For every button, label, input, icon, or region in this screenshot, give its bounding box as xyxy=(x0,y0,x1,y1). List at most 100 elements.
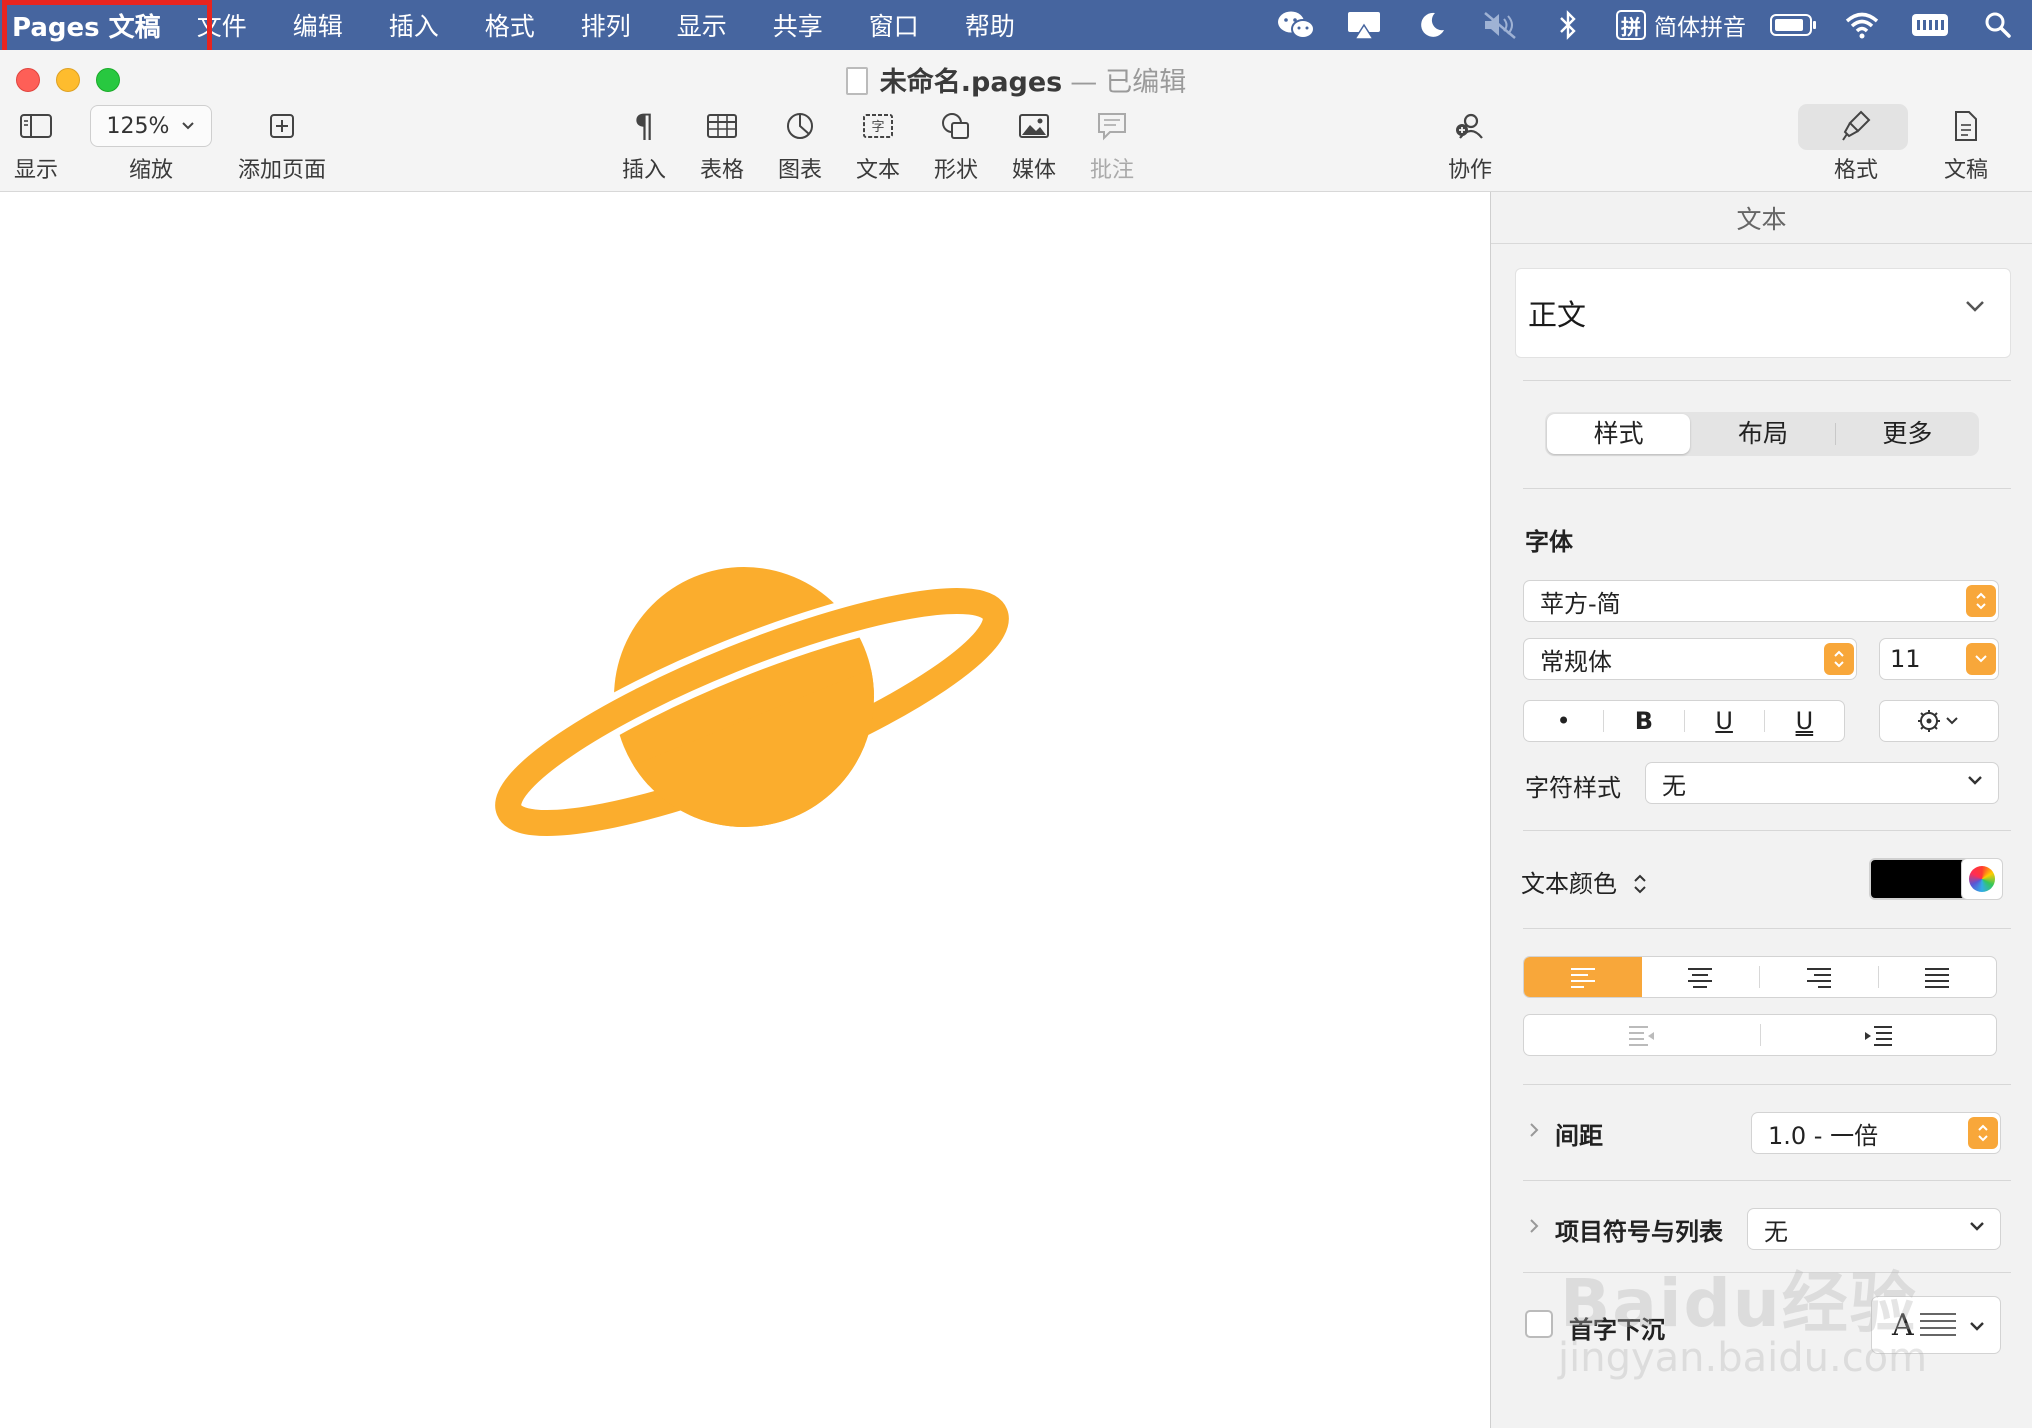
subtab-more[interactable]: 更多 xyxy=(1836,414,1979,454)
menu-format[interactable]: 格式 xyxy=(485,7,535,43)
table-icon xyxy=(706,106,738,146)
updown-stepper-icon xyxy=(1968,1117,1998,1149)
document-label: 文稿 xyxy=(1944,158,1989,183)
font-size-value: 11 xyxy=(1890,645,1921,673)
input-method-menu[interactable]: 拼 简体拼音 xyxy=(1616,8,1746,42)
window-close-button[interactable] xyxy=(16,68,40,92)
drop-cap-checkbox[interactable] xyxy=(1525,1310,1553,1338)
italic-button[interactable]: U xyxy=(1685,701,1764,741)
document-inspector-button[interactable]: 文稿 xyxy=(1944,106,1988,184)
menu-insert[interactable]: 插入 xyxy=(389,7,439,43)
comment-bubble-icon xyxy=(1096,106,1128,146)
chart-label: 图表 xyxy=(778,158,823,183)
menu-help[interactable]: 帮助 xyxy=(965,7,1015,43)
color-picker-button[interactable] xyxy=(1961,858,2003,900)
divider xyxy=(1523,928,2011,929)
align-center-icon xyxy=(1688,968,1713,988)
align-justify-icon xyxy=(1925,968,1950,988)
gear-dropdown-icon xyxy=(1918,710,1958,732)
comment-button[interactable]: 批注 xyxy=(1090,106,1134,184)
align-right-button[interactable] xyxy=(1760,957,1878,997)
pages-document-icon xyxy=(845,67,868,95)
collaborate-button[interactable]: 协作 xyxy=(1448,106,1492,184)
font-size-field[interactable]: 11 xyxy=(1879,638,1999,680)
align-center-button[interactable] xyxy=(1642,957,1760,997)
alignment-buttons xyxy=(1523,956,1997,998)
text-box-icon: 字 xyxy=(862,106,894,146)
line-spacing-popup[interactable]: 1.0 - 一倍 xyxy=(1751,1112,2001,1154)
character-style-popup[interactable]: 无 xyxy=(1645,762,1999,804)
divider xyxy=(1523,380,2011,381)
photo-icon xyxy=(1018,106,1050,146)
divider xyxy=(1523,830,2011,831)
bullet-style-button[interactable]: • xyxy=(1524,701,1603,741)
bluetooth-icon[interactable] xyxy=(1534,0,1602,50)
keyboard-icon[interactable] xyxy=(1896,0,1964,50)
font-typeface-value: 常规体 xyxy=(1540,647,1612,676)
advanced-options-button[interactable] xyxy=(1879,700,1999,742)
table-button[interactable]: 表格 xyxy=(700,106,744,184)
subtab-layout[interactable]: 布局 xyxy=(1691,414,1834,454)
paragraph-style-popup[interactable]: 正文 xyxy=(1515,268,2011,358)
align-left-button[interactable] xyxy=(1524,957,1642,997)
format-label: 格式 xyxy=(1834,158,1879,183)
media-button[interactable]: 媒体 xyxy=(1012,106,1056,184)
divider xyxy=(1523,1272,2011,1273)
format-inspector-panel: 文本 正文 样式 布局 更多 字体 苹方-简 常规体 11 • B U U 字符… xyxy=(1490,192,2032,1428)
window-minimize-button[interactable] xyxy=(56,68,80,92)
color-wheel-icon xyxy=(1969,866,1995,892)
volume-muted-icon[interactable] xyxy=(1466,0,1534,50)
font-family-popup[interactable]: 苹方-简 xyxy=(1523,580,1999,622)
font-family-value: 苹方-简 xyxy=(1540,589,1621,618)
insert-button[interactable]: ¶ 插入 xyxy=(622,106,666,184)
spacing-section-title[interactable]: 间距 xyxy=(1555,1116,1603,1151)
format-inspector-button[interactable]: 格式 xyxy=(1834,106,1878,184)
bold-button[interactable]: B xyxy=(1604,701,1683,741)
wechat-icon[interactable] xyxy=(1262,0,1330,50)
character-style-label: 字符样式 xyxy=(1525,774,1621,802)
updown-stepper-icon xyxy=(1824,643,1854,675)
menu-arrange[interactable]: 排列 xyxy=(581,7,631,43)
shape-button[interactable]: 形状 xyxy=(934,106,978,184)
bullets-lists-value: 无 xyxy=(1764,1217,1788,1246)
paintbrush-icon xyxy=(1841,106,1871,146)
menu-app-name[interactable]: Pages 文稿 xyxy=(12,7,161,44)
chevron-right-icon[interactable] xyxy=(1527,1120,1541,1140)
menu-view[interactable]: 显示 xyxy=(677,7,727,43)
underline-button[interactable]: U xyxy=(1765,701,1844,741)
text-color-menu[interactable]: 文本颜色 xyxy=(1521,864,1649,899)
menu-edit[interactable]: 编辑 xyxy=(293,7,343,43)
zoom-popup[interactable]: 125% xyxy=(90,105,212,147)
menu-share[interactable]: 共享 xyxy=(773,7,823,43)
bullets-lists-section-title[interactable]: 项目符号与列表 xyxy=(1555,1212,1723,1247)
zoom-control[interactable]: 125% 缩放 xyxy=(90,105,212,184)
decrease-indent-button[interactable] xyxy=(1524,1015,1760,1055)
drop-cap-glyph: A xyxy=(1892,1307,1914,1343)
view-button[interactable]: 显示 xyxy=(14,106,58,184)
justify-button[interactable] xyxy=(1879,957,1997,997)
comment-label: 批注 xyxy=(1090,158,1135,183)
menu-file[interactable]: 文件 xyxy=(197,7,247,43)
menu-bar-status-area: 拼 简体拼音 xyxy=(1262,0,2032,50)
chart-button[interactable]: 图表 xyxy=(778,106,822,184)
outdent-icon xyxy=(1628,1026,1654,1046)
menu-window[interactable]: 窗口 xyxy=(869,7,919,43)
chevron-right-icon[interactable] xyxy=(1527,1216,1541,1236)
font-typeface-popup[interactable]: 常规体 xyxy=(1523,638,1857,680)
zoom-popup-wrapper: 125% xyxy=(90,105,212,147)
wifi-icon[interactable] xyxy=(1828,0,1896,50)
text-box-button[interactable]: 字 文本 xyxy=(856,106,900,184)
subtab-style[interactable]: 样式 xyxy=(1547,414,1691,454)
drop-cap-style-popup[interactable]: A xyxy=(1871,1296,2001,1354)
indent-buttons xyxy=(1523,1014,1997,1056)
add-page-button[interactable]: 添加页面 xyxy=(238,106,326,184)
bullets-lists-popup[interactable]: 无 xyxy=(1747,1208,2001,1250)
do-not-disturb-moon-icon[interactable] xyxy=(1398,0,1466,50)
increase-indent-button[interactable] xyxy=(1761,1015,1997,1055)
airplay-display-icon[interactable] xyxy=(1330,0,1398,50)
font-style-buttons: • B U U xyxy=(1523,700,1845,742)
battery-icon[interactable] xyxy=(1760,0,1828,50)
spotlight-search-icon[interactable] xyxy=(1964,0,2032,50)
document-canvas[interactable] xyxy=(0,192,1490,1428)
window-zoom-button[interactable] xyxy=(96,68,120,92)
